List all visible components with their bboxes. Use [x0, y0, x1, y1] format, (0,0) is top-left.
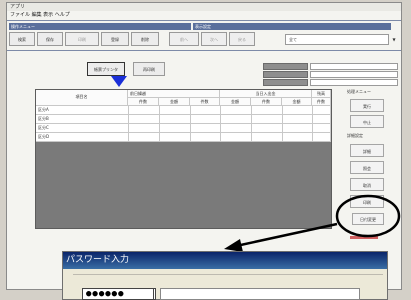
- password-input[interactable]: ●●●●●●: [82, 288, 154, 300]
- annotation-arrow-line: [235, 222, 338, 248]
- highlight-ellipse: [335, 194, 401, 238]
- password-field-extension[interactable]: [160, 288, 360, 300]
- dialog-title: パスワード入力: [63, 252, 387, 269]
